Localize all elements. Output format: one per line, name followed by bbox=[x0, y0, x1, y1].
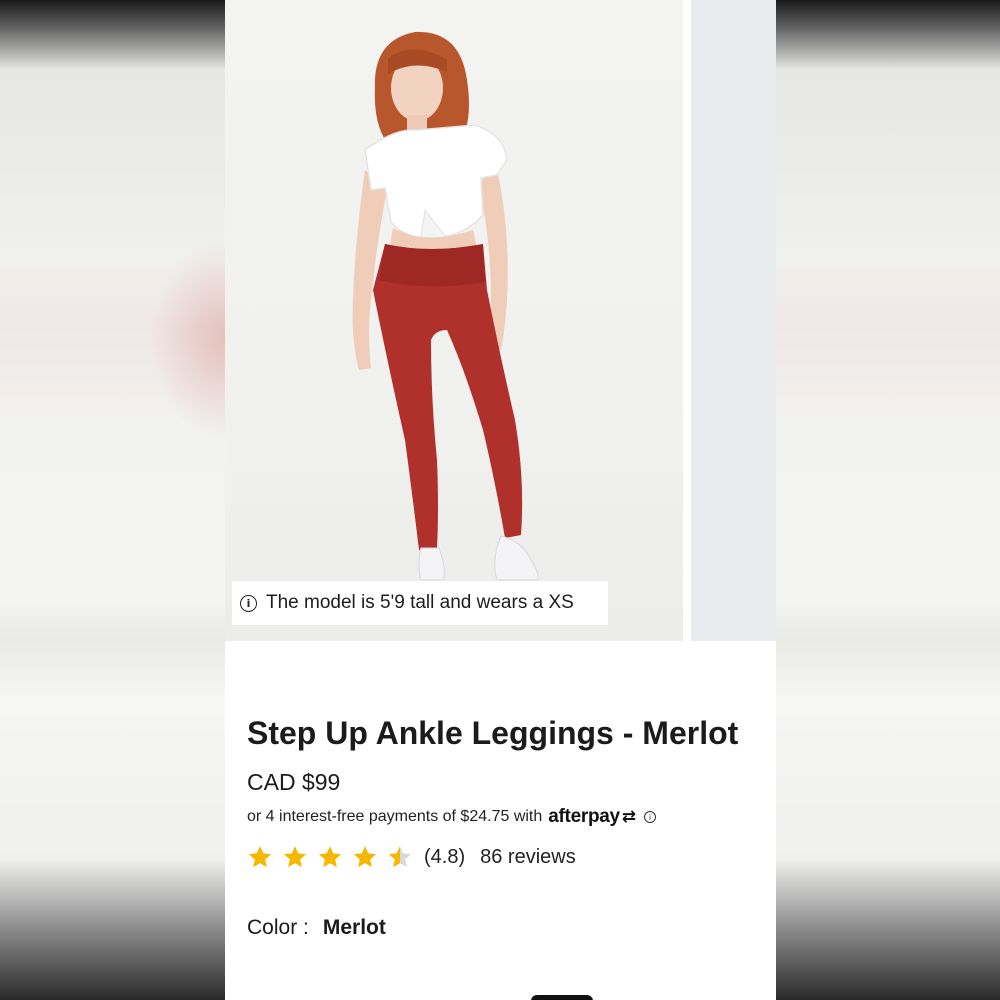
next-image-preview[interactable] bbox=[691, 0, 776, 641]
half-star-icon bbox=[387, 844, 422, 870]
star-icon bbox=[317, 844, 352, 870]
color-swatch-selected[interactable] bbox=[531, 995, 593, 1000]
afterpay-info-icon[interactable]: i bbox=[644, 811, 657, 823]
image-carousel[interactable]: i The model is 5'9 tall and wears a XS bbox=[225, 0, 776, 641]
product-page: i The model is 5'9 tall and wears a XS S… bbox=[225, 0, 776, 1000]
rating-row[interactable]: (4.8) 86 reviews bbox=[247, 844, 757, 870]
blurred-backdrop-left bbox=[0, 0, 225, 1000]
afterpay-logo[interactable]: afterpay bbox=[548, 806, 620, 828]
afterpay-row: or 4 interest-free payments of $24.75 wi… bbox=[247, 806, 757, 828]
product-title: Step Up Ankle Leggings - Merlot bbox=[247, 715, 739, 751]
caption-text: The model is 5'9 tall and wears a XS bbox=[266, 592, 574, 613]
product-image[interactable]: i The model is 5'9 tall and wears a XS bbox=[225, 0, 683, 641]
model-size-caption: i The model is 5'9 tall and wears a XS bbox=[232, 581, 608, 625]
star-rating bbox=[247, 844, 422, 870]
product-details: Step Up Ankle Leggings - Merlot CAD $99 … bbox=[247, 712, 757, 940]
star-icon bbox=[282, 844, 317, 870]
star-icon bbox=[352, 844, 387, 870]
model-illustration bbox=[352, 31, 539, 581]
color-value: Merlot bbox=[322, 916, 386, 939]
color-label: Color : bbox=[247, 916, 309, 939]
afterpay-arrows-icon: ⇄ bbox=[621, 807, 637, 826]
color-row: Color : Merlot bbox=[247, 916, 757, 940]
reviews-link[interactable]: 86 reviews bbox=[480, 846, 576, 869]
star-icon bbox=[247, 844, 282, 870]
product-price: CAD $99 bbox=[247, 769, 341, 795]
info-icon: i bbox=[240, 594, 257, 612]
blurred-backdrop-right bbox=[776, 0, 1000, 1000]
rating-value: (4.8) bbox=[424, 845, 466, 868]
afterpay-text: or 4 interest-free payments of $24.75 wi… bbox=[247, 808, 543, 825]
